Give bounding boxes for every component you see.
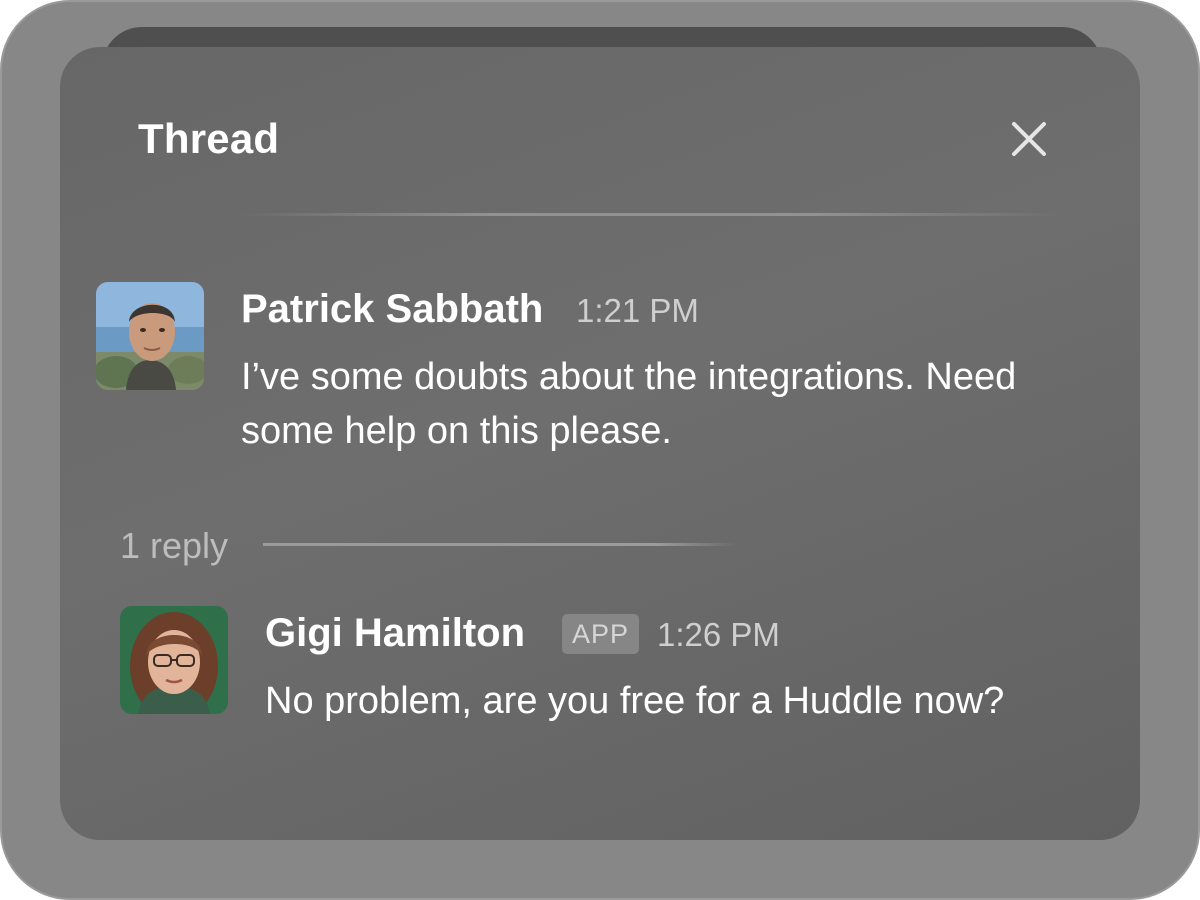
- reply-count: 1 reply: [120, 525, 229, 566]
- message-body: I’ve some doubts about the integrations.…: [241, 356, 1017, 452]
- app-badge: APP: [562, 614, 639, 654]
- avatar-gigi[interactable]: [120, 606, 228, 714]
- header-divider: [240, 213, 1060, 216]
- message-timestamp[interactable]: 1:26 PM: [657, 616, 780, 654]
- message-author[interactable]: Patrick Sabbath: [241, 287, 543, 332]
- thread-panel: Thread Patrick Sabbath 1:21 PM I’ve some…: [60, 47, 1140, 840]
- message-body: No problem, are you free for a Huddle no…: [265, 680, 1005, 722]
- avatar-patrick[interactable]: [96, 282, 204, 390]
- thread-title: Thread: [138, 115, 280, 162]
- message-author[interactable]: Gigi Hamilton: [265, 611, 525, 656]
- reply-divider: [263, 543, 1053, 546]
- message-timestamp[interactable]: 1:21 PM: [576, 292, 699, 330]
- close-icon: [1012, 122, 1046, 156]
- close-button[interactable]: [1005, 115, 1053, 163]
